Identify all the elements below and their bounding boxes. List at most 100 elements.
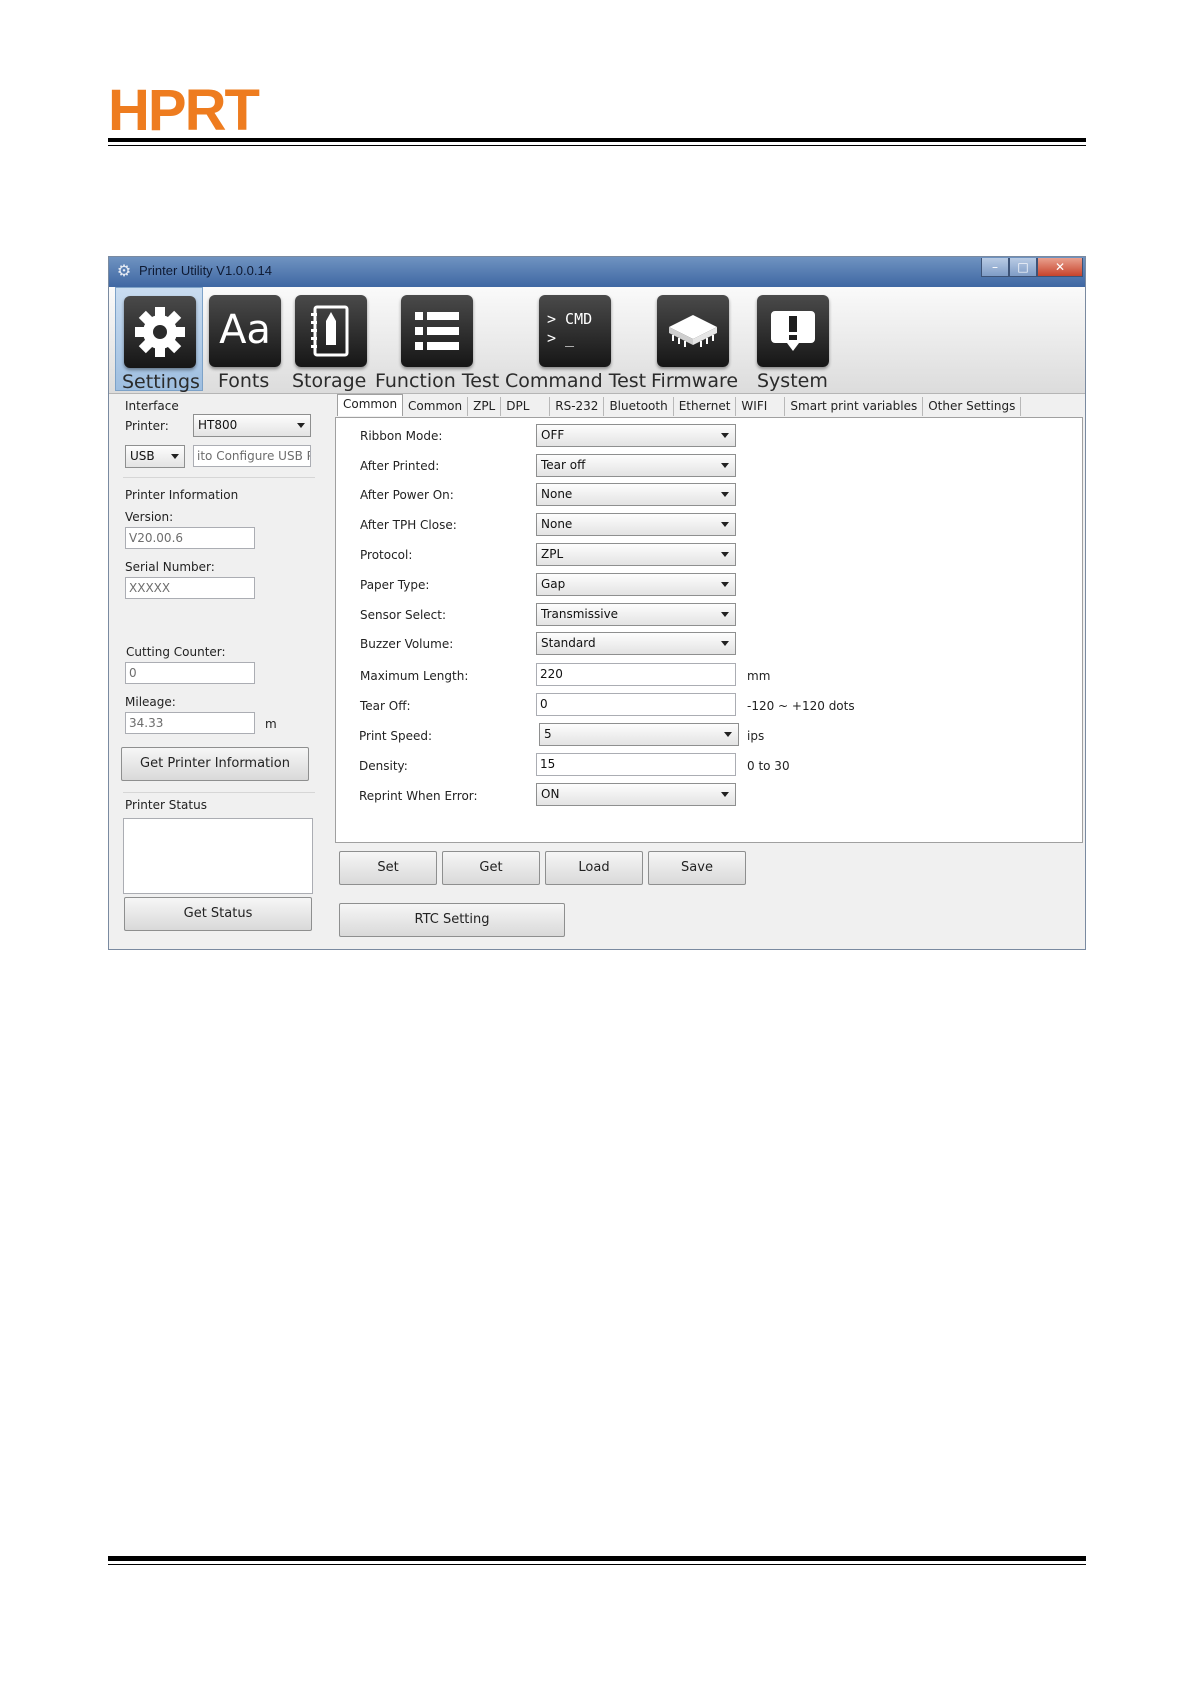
toolbar-fonts[interactable]: Aa Fonts xyxy=(207,287,287,392)
after-tph-close-label: After TPH Close: xyxy=(360,518,457,532)
chevron-down-icon xyxy=(721,463,729,468)
protocol-select[interactable]: ZPL xyxy=(536,543,736,566)
settings-tabs: Common Common ZPL DPL RS-232 Bluetooth E… xyxy=(337,394,1022,417)
paper-type-label: Paper Type: xyxy=(360,578,430,592)
after-printed-select[interactable]: Tear off xyxy=(536,454,736,477)
get-status-button[interactable]: Get Status xyxy=(124,897,312,931)
protocol-value: ZPL xyxy=(541,547,564,561)
mileage-unit: m xyxy=(265,717,277,731)
print-speed-label: Print Speed: xyxy=(359,729,433,743)
main-toolbar: Settings Aa Fonts Storage Function Test … xyxy=(109,287,1085,394)
toolbar-label: Fonts xyxy=(218,370,270,392)
buzzer-volume-select[interactable]: Standard xyxy=(536,632,736,655)
serial-number-field[interactable]: XXXXX xyxy=(125,577,255,599)
toolbar-storage[interactable]: Storage xyxy=(291,287,371,392)
toolbar-label: Storage xyxy=(292,370,367,392)
version-label: Version: xyxy=(125,510,174,524)
get-button[interactable]: Get xyxy=(442,851,540,885)
port-select[interactable]: USB xyxy=(125,445,185,468)
tab-common[interactable]: Common xyxy=(337,394,404,416)
after-tph-close-select[interactable]: None xyxy=(536,513,736,536)
font-icon: Aa xyxy=(209,295,281,367)
tab-other-settings[interactable]: Other Settings xyxy=(923,397,1022,416)
ribbon-mode-value: OFF xyxy=(541,428,565,442)
buzzer-volume-value: Standard xyxy=(541,636,596,650)
tear-off-label: Tear Off: xyxy=(360,699,411,713)
gear-icon: ⚙ xyxy=(116,261,132,280)
tab-dpl[interactable]: DPL xyxy=(501,397,551,416)
maximize-button[interactable]: □ xyxy=(1009,258,1037,277)
after-power-on-select[interactable]: None xyxy=(536,483,736,506)
print-speed-value: 5 xyxy=(544,727,552,741)
save-button[interactable]: Save xyxy=(648,851,746,885)
cutting-counter-field[interactable]: 0 xyxy=(125,662,255,684)
ribbon-mode-select[interactable]: OFF xyxy=(536,424,736,447)
terminal-line-2: > _ xyxy=(547,329,575,347)
density-range: 0 to 30 xyxy=(747,759,790,773)
tab-ethernet[interactable]: Ethernet xyxy=(673,397,737,416)
list-icon xyxy=(401,295,473,367)
toolbar-label: Function Test xyxy=(375,370,500,392)
after-printed-value: Tear off xyxy=(541,458,586,472)
version-field[interactable]: V20.00.6 xyxy=(125,527,255,549)
mileage-label: Mileage: xyxy=(125,695,176,709)
tear-off-input[interactable]: 0 xyxy=(536,693,736,716)
set-button[interactable]: Set xyxy=(339,851,437,885)
after-tph-close-value: None xyxy=(541,517,573,531)
printer-model-select[interactable]: HT800 xyxy=(193,414,311,437)
minimize-button[interactable]: – xyxy=(981,258,1009,277)
window-title: Printer Utility V1.0.0.14 xyxy=(139,263,272,278)
maximum-length-label: Maximum Length: xyxy=(360,669,469,683)
tab-common-2[interactable]: Common xyxy=(403,397,469,416)
alert-icon xyxy=(757,295,829,367)
footer-rule-thin xyxy=(108,1564,1086,1565)
gear-icon xyxy=(124,296,196,368)
toolbar-label: System xyxy=(757,370,828,392)
sensor-select-value: Transmissive xyxy=(541,607,619,621)
buzzer-volume-label: Buzzer Volume: xyxy=(360,637,454,651)
after-power-on-label: After Power On: xyxy=(360,488,454,502)
toolbar-firmware[interactable]: Firmware xyxy=(649,287,739,392)
density-input[interactable]: 15 xyxy=(536,753,736,776)
print-speed-unit: ips xyxy=(747,729,765,743)
maximum-length-input[interactable]: 220 xyxy=(536,663,736,686)
printer-info-group-label: Printer Information xyxy=(125,488,239,502)
toolbar-system[interactable]: System xyxy=(743,287,833,392)
toolbar-command-test[interactable]: > CMD > _ Command Test xyxy=(505,287,646,392)
close-button[interactable]: ✕ xyxy=(1037,258,1083,277)
toolbar-label: Settings xyxy=(122,371,200,393)
printer-model-value: HT800 xyxy=(198,418,238,432)
common-settings-panel: Ribbon Mode: OFF After Printed: Tear off… xyxy=(335,417,1083,843)
paper-type-select[interactable]: Gap xyxy=(536,573,736,596)
chevron-down-icon xyxy=(721,433,729,438)
ribbon-mode-label: Ribbon Mode: xyxy=(360,429,443,443)
reprint-when-error-label: Reprint When Error: xyxy=(359,789,478,803)
toolbar-function-test[interactable]: Function Test xyxy=(375,287,501,392)
toolbar-label: Firmware xyxy=(651,370,739,392)
serial-number-label: Serial Number: xyxy=(125,560,215,574)
mileage-field[interactable]: 34.33 xyxy=(125,712,255,734)
toolbar-settings[interactable]: Settings xyxy=(115,287,203,393)
chevron-down-icon xyxy=(171,454,179,459)
tab-zpl[interactable]: ZPL xyxy=(468,397,502,416)
terminal-line-1: > CMD xyxy=(547,310,593,328)
tab-rs232[interactable]: RS-232 xyxy=(550,397,605,416)
tab-smart-print-variables[interactable]: Smart print variables xyxy=(785,397,924,416)
sensor-select[interactable]: Transmissive xyxy=(536,603,736,626)
print-speed-select[interactable]: 5 xyxy=(539,723,739,746)
protocol-label: Protocol: xyxy=(360,548,413,562)
get-printer-information-button[interactable]: Get Printer Information xyxy=(121,747,309,781)
load-button[interactable]: Load xyxy=(545,851,643,885)
chip-icon xyxy=(657,295,729,367)
tab-bluetooth[interactable]: Bluetooth xyxy=(604,397,674,416)
port-config-field[interactable]: ito Configure USB Pc xyxy=(193,445,311,467)
chevron-down-icon xyxy=(724,732,732,737)
reprint-when-error-select[interactable]: ON xyxy=(536,783,736,806)
rtc-setting-button[interactable]: RTC Setting xyxy=(339,903,565,937)
port-value: USB xyxy=(130,449,155,463)
tab-wifi[interactable]: WIFI xyxy=(736,397,786,416)
title-bar[interactable]: ⚙ Printer Utility V1.0.0.14 – □ ✕ xyxy=(109,257,1085,287)
header-rule xyxy=(108,138,1086,142)
chevron-down-icon xyxy=(721,552,729,557)
interface-group-label: Interface xyxy=(125,399,179,413)
